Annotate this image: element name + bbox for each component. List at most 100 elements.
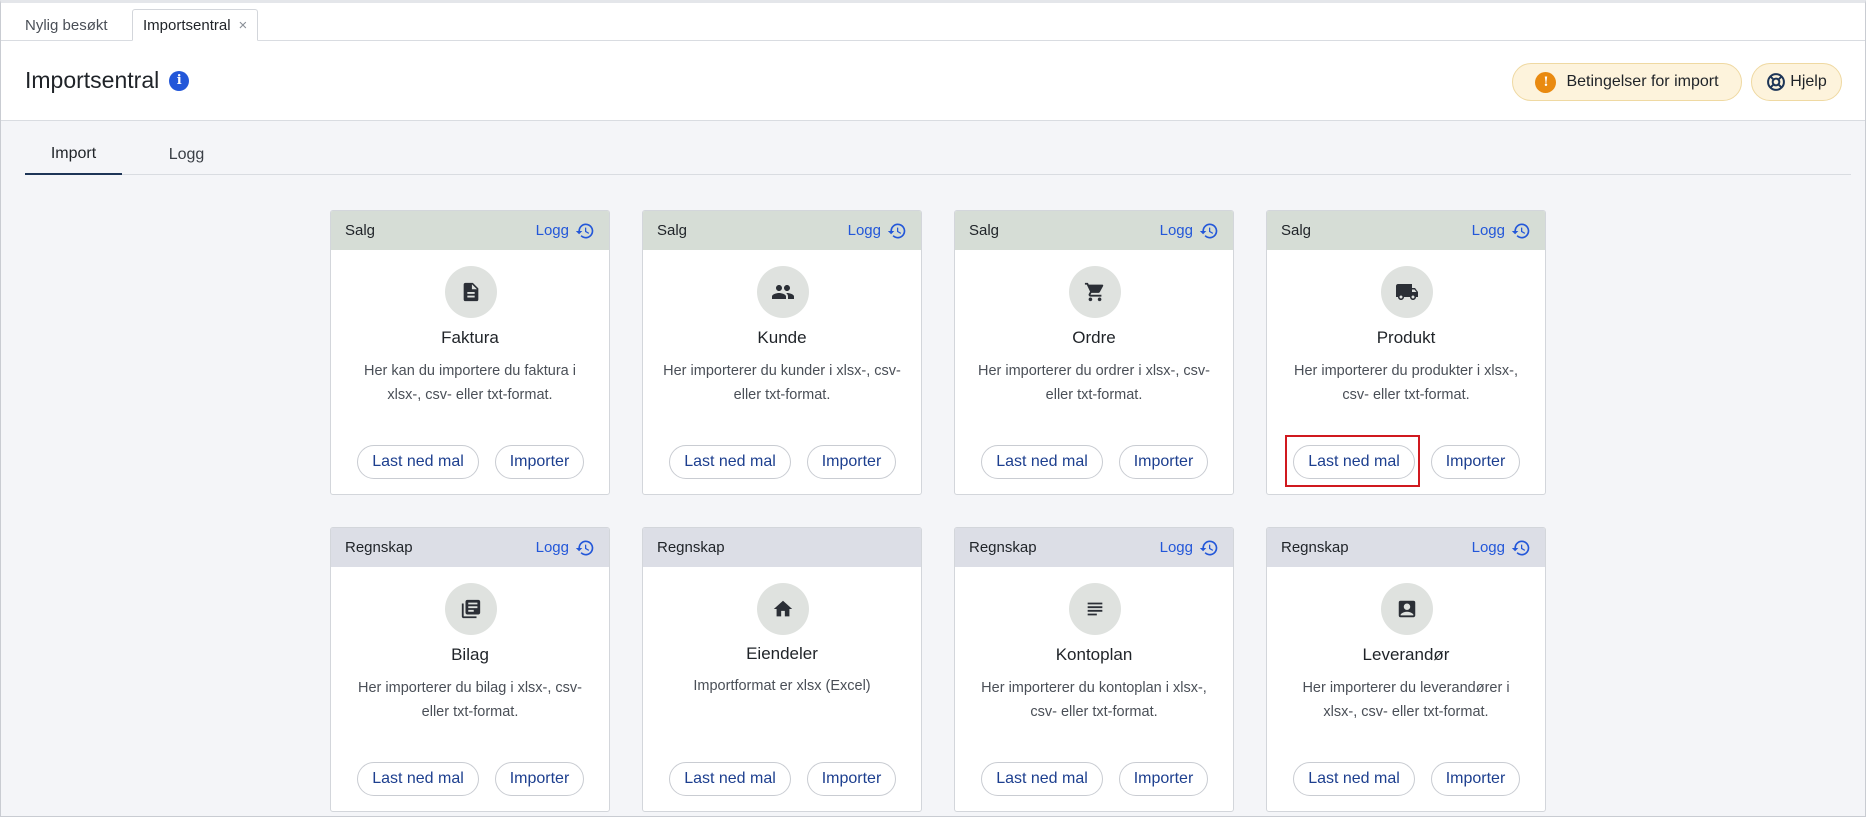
card-kontoplan: Regnskap Logg Kontoplan Her importerer d… — [954, 527, 1234, 812]
card-header: Regnskap Logg — [331, 528, 609, 567]
contact-icon — [1381, 583, 1433, 635]
card-faktura: Salg Logg Faktura Her kan du importere d… — [330, 210, 610, 495]
history-icon — [1199, 538, 1219, 558]
download-template-button[interactable]: Last ned mal — [981, 445, 1103, 479]
history-icon — [1511, 538, 1531, 558]
app-frame: Nylig besøkt Importsentral × Importsentr… — [0, 0, 1866, 817]
tab-importsentral[interactable]: Importsentral × — [132, 9, 259, 41]
card-header: Regnskap — [643, 528, 921, 567]
card-header: Salg Logg — [955, 211, 1233, 250]
card-header: Salg Logg — [331, 211, 609, 250]
download-template-button[interactable]: Last ned mal — [981, 762, 1103, 796]
tab-strip: Nylig besøkt Importsentral × — [1, 3, 1865, 41]
card-logg-label: Logg — [535, 539, 569, 556]
import-button[interactable]: Importer — [1431, 762, 1520, 796]
card-category: Regnskap — [657, 539, 725, 556]
people-icon — [757, 266, 809, 318]
close-icon[interactable]: × — [239, 17, 248, 34]
card-title: Bilag — [451, 645, 489, 664]
import-button[interactable]: Importer — [495, 762, 584, 796]
download-template-button[interactable]: Last ned mal — [357, 445, 479, 479]
card-header: Regnskap Logg — [955, 528, 1233, 567]
card-description: Her importerer du leverandører i xlsx-, … — [1302, 680, 1510, 720]
card-logg-link[interactable]: Logg — [848, 221, 907, 241]
card-logg-link[interactable]: Logg — [1160, 221, 1219, 241]
card-logg-label: Logg — [535, 222, 569, 239]
card-logg-label: Logg — [1471, 222, 1505, 239]
history-icon — [575, 221, 595, 241]
card-category: Regnskap — [1281, 539, 1349, 556]
card-title: Eiendeler — [746, 644, 818, 663]
card-title: Kunde — [757, 328, 807, 347]
import-button[interactable]: Importer — [1119, 762, 1208, 796]
card-category: Salg — [657, 222, 688, 239]
card-description: Her importerer du kunder i xlsx-, csv- e… — [663, 363, 901, 403]
ledger-icon — [445, 583, 497, 635]
info-icon[interactable]: i — [169, 70, 190, 91]
import-button[interactable]: Importer — [1119, 445, 1208, 479]
card-title: Leverandør — [1362, 645, 1450, 664]
card-kunde: Salg Logg Kunde Her importerer du kunder… — [642, 210, 922, 495]
card-description: Importformat er xlsx (Excel) — [693, 678, 871, 694]
card-leverandor: Regnskap Logg Leverandør Her importerer … — [1266, 527, 1546, 812]
card-description: Her importerer du ordrer i xlsx-, csv- e… — [977, 363, 1211, 403]
import-button[interactable]: Importer — [1431, 445, 1520, 479]
card-header: Regnskap Logg — [1267, 528, 1545, 567]
help-label: Hjelp — [1790, 73, 1827, 90]
import-conditions-label: Betingelser for import — [1566, 73, 1719, 90]
download-template-button[interactable]: Last ned mal — [1293, 762, 1415, 796]
card-header: Salg Logg — [643, 211, 921, 250]
card-logg-label: Logg — [1159, 222, 1193, 239]
card-title: Produkt — [1376, 328, 1436, 347]
card-title: Ordre — [1072, 328, 1116, 347]
card-logg-label: Logg — [847, 222, 881, 239]
tab-logg[interactable]: Logg — [138, 135, 235, 175]
home-icon — [757, 583, 809, 635]
page-title: Importsentral i — [25, 67, 190, 94]
import-button[interactable]: Importer — [495, 445, 584, 479]
history-icon — [1199, 221, 1219, 241]
card-description: Her importerer du kontoplan i xlsx-, csv… — [981, 680, 1207, 720]
page-title-text: Importsentral — [25, 67, 160, 93]
warning-icon: ! — [1535, 71, 1557, 93]
card-logg-link[interactable]: Logg — [536, 538, 595, 558]
card-description: Her kan du importere du faktura i xlsx-,… — [364, 363, 576, 403]
card-eiendeler: Regnskap Eiendeler Importformat er xlsx … — [642, 527, 922, 812]
card-logg-label: Logg — [1159, 539, 1193, 556]
history-icon — [575, 538, 595, 558]
card-title: Faktura — [441, 328, 499, 347]
import-button[interactable]: Importer — [807, 445, 896, 479]
highlight-box — [1285, 435, 1420, 487]
lines-icon — [1069, 583, 1121, 635]
help-button[interactable]: Hjelp — [1751, 63, 1842, 101]
card-category: Salg — [1281, 222, 1312, 239]
card-description: Her importerer du produkter i xlsx-, csv… — [1293, 363, 1518, 403]
truck-icon — [1381, 266, 1433, 318]
card-ordre: Salg Logg Ordre Her importerer du ordrer… — [954, 210, 1234, 495]
lifebuoy-icon — [1766, 72, 1786, 92]
page-header: Importsentral i ! Betingelser for import… — [1, 41, 1865, 121]
section-tabs: Import Logg — [25, 135, 1851, 175]
card-bilag: Regnskap Logg Bilag Her importerer du bi… — [330, 527, 610, 812]
import-button[interactable]: Importer — [807, 762, 896, 796]
card-logg-link[interactable]: Logg — [1472, 221, 1531, 241]
card-title: Kontoplan — [1055, 645, 1133, 664]
card-category: Regnskap — [969, 539, 1037, 556]
import-conditions-button[interactable]: ! Betingelser for import — [1512, 63, 1742, 101]
card-logg-link[interactable]: Logg — [1472, 538, 1531, 558]
card-logg-label: Logg — [1471, 539, 1505, 556]
download-template-button[interactable]: Last ned mal — [669, 762, 791, 796]
download-template-button[interactable]: Last ned mal — [357, 762, 479, 796]
card-logg-link[interactable]: Logg — [1160, 538, 1219, 558]
tab-recently-visited[interactable]: Nylig besøkt — [15, 9, 118, 41]
card-category: Regnskap — [345, 539, 413, 556]
tab-import[interactable]: Import — [25, 135, 122, 175]
card-category: Salg — [969, 222, 1000, 239]
cart-icon — [1069, 266, 1121, 318]
card-category: Salg — [345, 222, 376, 239]
download-template-button[interactable]: Last ned mal — [669, 445, 791, 479]
history-icon — [1511, 221, 1531, 241]
card-logg-link[interactable]: Logg — [536, 221, 595, 241]
card-description: Her importerer du bilag i xlsx-, csv- el… — [358, 680, 582, 720]
tab-recently-visited-label: Nylig besøkt — [25, 16, 108, 34]
